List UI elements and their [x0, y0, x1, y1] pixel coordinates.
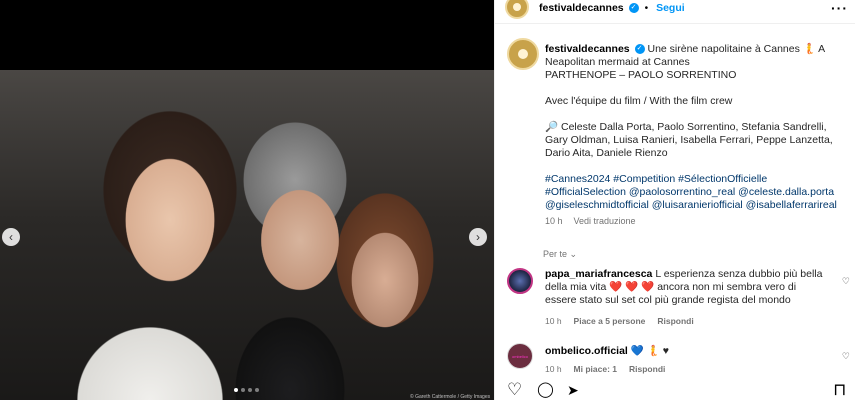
- comment-emoji: 🧜: [646, 345, 660, 357]
- photo-credit: © Gareth Cattermole / Getty Images: [410, 394, 491, 400]
- post-header: festivaldecannes ✓ • Segui ···: [495, 0, 855, 20]
- caption-line: Avec l'équipe du film / With the film cr…: [545, 95, 733, 107]
- chevron-right-icon[interactable]: ›: [469, 228, 487, 246]
- verified-badge-icon: ✓: [634, 44, 645, 55]
- header-username[interactable]: festivaldecannes ✓: [539, 2, 639, 14]
- caption-text: festivaldecannes ✓ Une sirène napolitain…: [545, 43, 850, 228]
- post-photo[interactable]: [0, 70, 494, 400]
- follow-button[interactable]: Segui: [656, 2, 685, 14]
- save-icon[interactable]: ⊓: [833, 380, 846, 400]
- post-actions: ♡ ◯ ➤ ⊓: [507, 380, 852, 400]
- comment-text: ombelico.official 💙 🧜 ♥: [545, 345, 830, 358]
- comment-icon[interactable]: ◯: [537, 380, 554, 400]
- comment-meta: 10 h Mi piace: 1 Rispondi: [545, 364, 665, 374]
- reply-button[interactable]: Rispondi: [657, 316, 693, 326]
- avatar[interactable]: [507, 38, 539, 70]
- carousel-dot: [241, 388, 245, 392]
- comment-text: papa_mariafrancesca L esperienza senza d…: [545, 268, 830, 307]
- comment-time: 10 h: [545, 316, 562, 326]
- comment-username[interactable]: ombelico.official: [545, 345, 628, 357]
- post-timestamp: 10 h: [545, 216, 563, 226]
- post-media: ‹ › © Gareth Cattermole / Getty Images: [0, 0, 494, 400]
- comment-meta: 10 h Piace a 5 persone Rispondi: [545, 316, 694, 326]
- comment-filter-dropdown[interactable]: Per te ⌄: [543, 249, 577, 260]
- carousel-dot: [234, 388, 238, 392]
- post-side-panel: festivaldecannes ✓ • Segui ··· festivald…: [494, 0, 855, 400]
- comment-emoji: 💙: [630, 345, 644, 357]
- more-options-icon[interactable]: ···: [831, 0, 848, 16]
- chevron-left-icon[interactable]: ‹: [2, 228, 20, 246]
- avatar[interactable]: [507, 268, 533, 294]
- avatar[interactable]: [505, 0, 529, 19]
- like-icon[interactable]: ♡: [507, 380, 522, 400]
- see-translation-link[interactable]: Vedi traduzione: [573, 216, 635, 226]
- comment-emoji: ♥: [662, 345, 670, 357]
- comment-time: 10 h: [545, 364, 562, 374]
- carousel-dot: [248, 388, 252, 392]
- caption-cast: 🔎 Celeste Dalla Porta, Paolo Sorrentino,…: [545, 121, 833, 159]
- carousel-dots: [234, 388, 259, 392]
- caption-title: PARTHENOPE – PAOLO SORRENTINO: [545, 69, 737, 81]
- username-text[interactable]: festivaldecannes: [539, 2, 624, 14]
- verified-badge-icon: ✓: [628, 3, 639, 14]
- comment-likes[interactable]: Mi piace: 1: [574, 364, 617, 374]
- caption-username[interactable]: festivaldecannes: [545, 43, 630, 55]
- share-icon[interactable]: ➤: [567, 380, 579, 400]
- comment-username[interactable]: papa_mariafrancesca: [545, 268, 652, 280]
- carousel-dot: [255, 388, 259, 392]
- like-comment-icon[interactable]: ♡: [842, 276, 850, 287]
- caption-hashtags[interactable]: #Cannes2024 #Competition #SélectionOffic…: [545, 173, 850, 212]
- comment-likes[interactable]: Piace a 5 persone: [574, 316, 646, 326]
- like-comment-icon[interactable]: ♡: [842, 351, 850, 362]
- comment-emoji: ❤️ ❤️ ❤️: [609, 281, 655, 293]
- reply-button[interactable]: Rispondi: [629, 364, 665, 374]
- separator-dot: •: [644, 2, 649, 14]
- divider: [495, 23, 855, 24]
- avatar[interactable]: ombelico: [507, 343, 533, 369]
